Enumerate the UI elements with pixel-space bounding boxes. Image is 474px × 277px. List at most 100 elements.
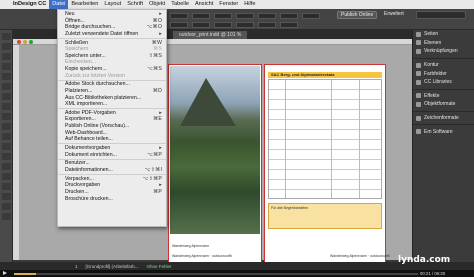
frame-tool-icon[interactable]: [2, 113, 11, 120]
menu-objekt[interactable]: Objekt: [146, 0, 168, 9]
file-menu-item[interactable]: Dokument einrichten... ⌥⌘P: [58, 152, 166, 159]
page-number-field[interactable]: 1: [75, 264, 78, 269]
panel-kontur[interactable]: Kontur: [413, 61, 474, 70]
selection-tool-icon[interactable]: [2, 33, 11, 40]
menu-app-name[interactable]: InDesign CC: [10, 0, 49, 9]
panel-seiten[interactable]: Seiten: [413, 30, 474, 39]
note-tool-icon[interactable]: [2, 163, 11, 170]
fill-stroke-icon[interactable]: [2, 203, 11, 210]
file-menu-item[interactable]: Dokumentvorgaben ▸: [58, 145, 166, 152]
transform-tool-icon[interactable]: [2, 143, 11, 150]
table-column-divider: [285, 80, 286, 198]
panel-zeichenformate[interactable]: Zeichenformate: [413, 114, 474, 123]
menu-item-label: Zuletzt verwendete Datei öffnen: [65, 30, 139, 37]
control-field[interactable]: [192, 21, 210, 28]
scale-table[interactable]: [268, 79, 382, 199]
scissors-tool-icon[interactable]: [2, 133, 11, 140]
preflight-status[interactable]: Ohne Fehler: [147, 264, 172, 269]
panel-farbfelder[interactable]: Farbfelder: [413, 69, 474, 78]
menu-schrift[interactable]: Schrift: [124, 0, 146, 9]
menu-bearbeiten[interactable]: Bearbeiten: [68, 0, 101, 9]
file-menu-item[interactable]: Publish Online (Vorschau)...: [58, 123, 166, 130]
file-menu-item[interactable]: Öffnen... ⌘O: [58, 18, 166, 25]
workspace-switcher[interactable]: Erweitert: [384, 11, 404, 17]
file-menu-item[interactable]: Adobe Stock durchsuchen...: [58, 81, 166, 88]
menu-fenster[interactable]: Fenster: [216, 0, 241, 9]
play-icon[interactable]: [3, 271, 7, 275]
publish-online-button[interactable]: Publish Online: [337, 11, 377, 19]
file-menu-item[interactable]: Platzieren... ⌘D: [58, 88, 166, 95]
minimize-icon[interactable]: [23, 40, 27, 44]
type-tool-icon[interactable]: [2, 73, 11, 80]
menu-item-label: Dokumentvorgaben: [65, 145, 111, 152]
file-menu-item[interactable]: Zuletzt verwendete Datei öffnen ▸: [58, 31, 166, 38]
panel-em-software[interactable]: Em Software: [413, 127, 474, 136]
file-menu-item[interactable]: Exportieren... ⌘E: [58, 116, 166, 123]
menu-ansicht[interactable]: Ansicht: [192, 0, 216, 9]
file-menu-item[interactable]: Schließen ⌘W: [58, 40, 166, 47]
panel-label: Verknüpfungen: [424, 48, 458, 55]
line-tool-icon[interactable]: [2, 83, 11, 90]
zoom-tool-icon[interactable]: [2, 193, 11, 200]
file-menu-item[interactable]: Aus CC-Bibliotheken platzieren...: [58, 95, 166, 102]
menu-datei[interactable]: Datei: [49, 0, 69, 9]
file-menu-item[interactable]: Dateiinformationen... ⌥⇧⌘I: [58, 167, 166, 174]
control-field[interactable]: [280, 21, 298, 28]
panel-effekte[interactable]: Effekte: [413, 92, 474, 101]
menu-item-label: Aus CC-Bibliotheken platzieren...: [65, 94, 142, 101]
progress-bar[interactable]: [14, 273, 418, 275]
control-field[interactable]: [236, 21, 254, 28]
file-menu-item[interactable]: Bridge durchsuchen... ⌥⌘O: [58, 24, 166, 31]
file-menu-item[interactable]: Neu ▸: [58, 11, 166, 18]
panel-ebenen[interactable]: Ebenen: [413, 39, 474, 48]
pen-tool-icon[interactable]: [2, 93, 11, 100]
lynda-logo: lynda.com: [398, 255, 451, 265]
panel-verknuepfungen[interactable]: Verknüpfungen: [413, 47, 474, 56]
close-icon[interactable]: [17, 40, 21, 44]
pencil-tool-icon[interactable]: [2, 103, 11, 110]
file-menu-item[interactable]: Benutzer...: [58, 160, 166, 167]
control-field[interactable]: [214, 12, 232, 19]
file-menu-item[interactable]: Drucken... ⌘P: [58, 189, 166, 196]
rectangle-tool-icon[interactable]: [2, 123, 11, 130]
menu-hilfe[interactable]: Hilfe: [241, 0, 258, 9]
submenu-arrow-icon: ▸: [159, 109, 162, 116]
page-tool-icon[interactable]: [2, 53, 11, 60]
control-field[interactable]: [280, 12, 298, 19]
search-input[interactable]: [416, 11, 466, 19]
file-menu-item[interactable]: Druckvorgaben ▸: [58, 182, 166, 189]
file-menu-item[interactable]: Auf Behance teilen...: [58, 136, 166, 143]
hand-tool-icon[interactable]: [2, 183, 11, 190]
menu-item-shortcut: ⌘O: [152, 17, 162, 24]
control-field[interactable]: [236, 12, 254, 19]
file-menu-item[interactable]: Speichern unter... ⇧⌘S: [58, 53, 166, 60]
control-field[interactable]: [214, 21, 232, 28]
eyedropper-tool-icon[interactable]: [2, 173, 11, 180]
control-field[interactable]: [170, 21, 188, 28]
menu-item-label: Exportieren...: [65, 116, 96, 123]
gap-tool-icon[interactable]: [2, 63, 11, 70]
file-menu-item[interactable]: Broschüre drucken...: [58, 196, 166, 203]
file-menu-item[interactable]: Verpacken... ⌥⇧⌘P: [58, 176, 166, 183]
file-menu-item[interactable]: Web-Dashboard...: [58, 130, 166, 137]
direct-selection-tool-icon[interactable]: [2, 43, 11, 50]
control-field[interactable]: [258, 21, 276, 28]
control-field[interactable]: [258, 12, 276, 19]
file-menu-item[interactable]: Adobe PDF-Vorgaben ▸: [58, 110, 166, 117]
zoom-icon[interactable]: [29, 40, 33, 44]
menu-layout[interactable]: Layout: [101, 0, 124, 9]
view-mode-icon[interactable]: [2, 213, 11, 220]
document-tab[interactable]: outdoor_print.indd @ 101 %: [173, 31, 248, 39]
panel-cc-libraries[interactable]: CC Libraries: [413, 78, 474, 87]
menu-tabelle[interactable]: Tabelle: [168, 0, 192, 9]
control-field[interactable]: [302, 12, 320, 19]
control-field[interactable]: [170, 12, 188, 19]
control-row-top: [170, 12, 320, 19]
timecode: 00:21 / 06:30: [420, 271, 446, 276]
file-menu-item[interactable]: XML importieren...: [58, 101, 166, 108]
gradient-tool-icon[interactable]: [2, 153, 11, 160]
panel-objektformate[interactable]: Objektformate: [413, 100, 474, 109]
file-menu-item[interactable]: Kopie speichern... ⌥⌘S: [58, 66, 166, 73]
table-legend: Für alle Begehbarkeiten: [268, 203, 382, 229]
control-field[interactable]: [192, 12, 210, 19]
